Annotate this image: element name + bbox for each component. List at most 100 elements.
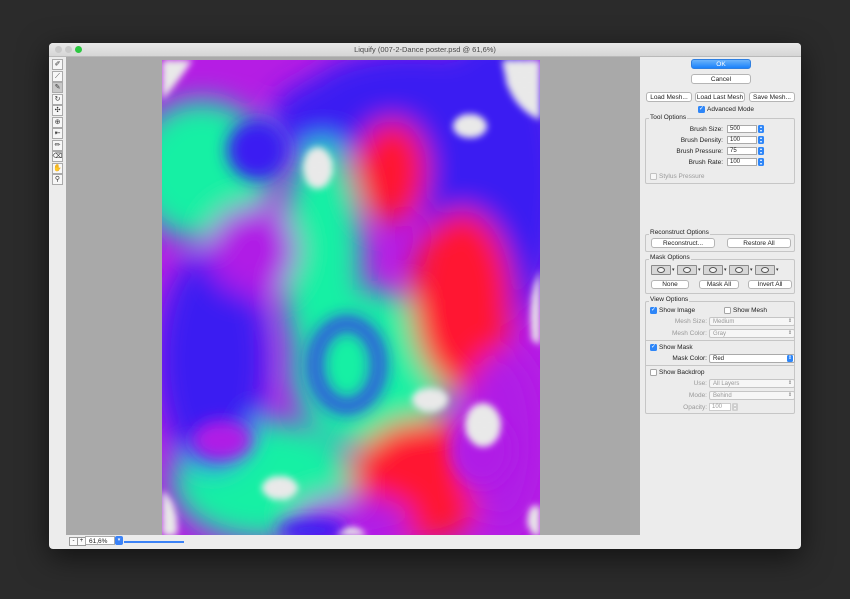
add-to-selection-arrow-icon[interactable]: ▾ [698,267,701,273]
bloat-tool-icon[interactable]: ⊕ [52,116,63,128]
ok-button[interactable]: OK [691,59,751,69]
poster-image[interactable] [162,60,540,536]
mask-color-select[interactable]: Red ⇕ [709,354,795,363]
tool-strip: ✐ ⟋ ✎ ↻ ✣ ⊕ ⇤ ✏ ⌫ ✋ ⚲ [52,59,64,186]
brush-pressure-stepper[interactable]: ▴ ▾ [758,147,764,155]
forward-warp-tool-icon[interactable]: ✐ [52,59,63,70]
stylus-pressure-label: Stylus Pressure [659,173,705,180]
brush-pressure-field[interactable]: 75 [727,147,757,155]
view-options-title: View Options [649,296,690,303]
replace-selection-icon[interactable] [651,265,671,275]
invert-selection-icon[interactable] [755,265,775,275]
brush-density-field[interactable]: 100 [727,136,757,144]
status-bar: - + 61,6% ▾ [66,535,640,547]
window-title: Liquify (007-2-Dance poster.psd @ 61,6%) [354,45,496,54]
invert-all-button[interactable]: Invert All [748,280,792,289]
chevron-down-icon: ⇕ [787,318,793,324]
brush-rate-stepper[interactable]: ▴ ▾ [758,158,764,166]
zoom-level-field[interactable]: 61,6% [85,536,115,545]
show-image-checkbox[interactable]: ✓ [650,307,657,314]
minimize-window-button[interactable] [65,46,72,53]
opacity-label: Opacity: [683,404,707,411]
chevron-down-icon: ⇕ [787,380,793,386]
pucker-tool-icon[interactable]: ✣ [52,105,63,116]
add-to-selection-icon[interactable] [677,265,697,275]
mesh-color-value: Gray [713,331,727,337]
brush-density-label: Brush Density: [680,137,723,144]
zoom-tool-icon[interactable]: ⚲ [52,174,63,185]
load-mesh-button[interactable]: Load Mesh... [646,92,692,102]
use-label: Use: [693,380,707,387]
advanced-mode-label: Advanced Mode [707,106,754,113]
invert-selection-arrow-icon[interactable]: ▾ [776,267,779,273]
brush-size-field[interactable]: 500 [727,125,757,133]
show-mesh-checkbox[interactable] [724,307,731,314]
mode-select[interactable]: Behind ⇕ [709,391,795,400]
show-mask-label: Show Mask [659,344,693,351]
show-image-label: Show Image [659,307,696,314]
show-backdrop-checkbox[interactable] [650,369,657,376]
brush-density-stepper[interactable]: ▴ ▾ [758,136,764,144]
mode-label: Mode: [688,392,707,399]
show-mask-checkbox[interactable]: ✓ [650,344,657,351]
subtract-from-selection-icon[interactable] [703,265,723,275]
mask-all-button[interactable]: Mask All [699,280,739,289]
brush-rate-field[interactable]: 100 [727,158,757,166]
options-panel: OK Cancel Load Mesh... Load Last Mesh Sa… [643,57,799,547]
mesh-size-select[interactable]: Medium ⇕ [709,317,795,326]
mesh-size-value: Medium [713,319,735,325]
brush-rate-label: Brush Rate: [688,159,723,166]
zoom-level-dropdown[interactable]: ▾ [115,536,123,545]
brush-size-stepper[interactable]: ▴ ▾ [758,125,764,133]
mask-none-button[interactable]: None [651,280,689,289]
mask-mode-icons: ▾ ▾ ▾ ▾ ▾ [651,265,791,275]
zoom-window-button[interactable] [75,46,82,53]
cancel-button[interactable]: Cancel [691,74,751,84]
subtract-from-selection-arrow-icon[interactable]: ▾ [724,267,727,273]
show-mesh-label: Show Mesh [733,307,767,314]
advanced-mode-checkbox[interactable]: ✓ [698,106,705,113]
tool-options-title: Tool Options [649,114,688,121]
brush-pressure-label: Brush Pressure: [676,148,723,155]
reconstruct-button[interactable]: Reconstruct... [651,238,715,248]
brush-size-label: Brush Size: [689,126,723,133]
divider [646,365,794,366]
push-left-tool-icon[interactable]: ⇤ [52,128,63,139]
stylus-pressure-checkbox[interactable] [650,173,657,180]
reconstruct-options-title: Reconstruct Options [649,229,710,236]
title-bar: Liquify (007-2-Dance poster.psd @ 61,6%) [49,43,801,57]
restore-all-button[interactable]: Restore All [727,238,791,248]
mask-options-title: Mask Options [649,254,691,261]
save-mesh-button[interactable]: Save Mesh... [749,92,795,102]
intersect-selection-arrow-icon[interactable]: ▾ [750,267,753,273]
mesh-size-label: Mesh Size: [674,318,707,325]
mask-color-label: Mask Color: [672,355,707,362]
chevron-down-icon: ⇕ [787,330,793,336]
show-backdrop-label: Show Backdrop [659,369,705,376]
mode-value: Behind [713,393,732,399]
zoom-track [124,541,184,543]
mesh-color-select[interactable]: Gray ⇕ [709,329,795,338]
freeze-mask-icon[interactable]: ✏ [52,139,63,151]
reconstruct-brush-icon[interactable]: ⟋ [52,70,63,82]
chevron-down-icon: ⇕ [787,392,793,398]
replace-selection-arrow-icon[interactable]: ▾ [672,267,675,273]
load-last-mesh-button[interactable]: Load Last Mesh [695,92,745,102]
canvas-area[interactable] [66,57,640,542]
intersect-selection-icon[interactable] [729,265,749,275]
mask-color-value: Red [713,356,725,362]
smooth-tool-icon[interactable]: ✎ [52,82,63,93]
thaw-mask-icon[interactable]: ⌫ [52,151,63,162]
twirl-clockwise-icon[interactable]: ↻ [52,93,63,105]
divider [646,340,794,341]
liquify-window: Liquify (007-2-Dance poster.psd @ 61,6%)… [49,43,801,549]
opacity-stepper[interactable]: ▴ ▾ [732,403,738,411]
hand-tool-icon[interactable]: ✋ [52,162,63,174]
liquified-artwork [162,60,540,536]
mesh-color-label: Mesh Color: [671,330,707,337]
chevron-down-icon: ⇕ [787,355,793,362]
opacity-field[interactable]: 100 [709,403,731,411]
use-value: All Layers [713,381,740,387]
close-window-button[interactable] [55,46,62,53]
use-select[interactable]: All Layers ⇕ [709,379,795,388]
